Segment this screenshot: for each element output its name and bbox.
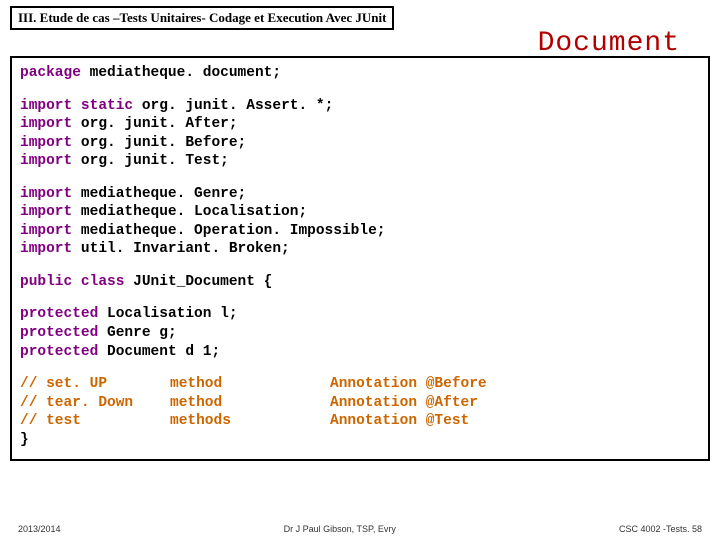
import-6: mediatheque. Localisation; — [72, 204, 316, 220]
footer-center: Dr J Paul Gibson, TSP, Evry — [284, 524, 396, 534]
kw-public: public — [20, 274, 72, 290]
comment-test-m: methods — [170, 412, 330, 431]
class-name: JUnit_Document { — [124, 274, 281, 290]
close-brace: } — [20, 431, 700, 450]
kw-import: import — [20, 186, 72, 202]
footer-right: CSC 4002 -Tests. 58 — [619, 524, 702, 534]
kw-import: import — [20, 135, 72, 151]
comment-setup-m: method — [170, 375, 330, 394]
comment-setup-a: Annotation @Before — [330, 375, 700, 394]
kw-import: import — [20, 223, 72, 239]
field-1: Localisation l; — [98, 306, 246, 322]
comment-teardown-a: Annotation @After — [330, 394, 700, 413]
import-1: org. junit. Assert. *; — [133, 98, 342, 114]
comment-teardown: // tear. Down — [20, 394, 170, 413]
doc-label: Document — [538, 28, 680, 59]
footer: 2013/2014 Dr J Paul Gibson, TSP, Evry CS… — [0, 524, 720, 534]
kw-class: class — [81, 274, 125, 290]
import-4: org. junit. Test; — [72, 153, 237, 169]
import-5: mediatheque. Genre; — [72, 186, 255, 202]
kw-import: import — [20, 204, 72, 220]
comment-test-a: Annotation @Test — [330, 412, 700, 431]
comment-test: // test — [20, 412, 170, 431]
import-2: org. junit. After; — [72, 116, 246, 132]
field-3: Document d 1; — [98, 344, 229, 360]
field-2: Genre g; — [98, 325, 185, 341]
import-3: org. junit. Before; — [72, 135, 255, 151]
comment-setup: // set. UP — [20, 375, 170, 394]
import-8: util. Invariant. Broken; — [72, 241, 298, 257]
kw-import: import — [20, 153, 72, 169]
import-7: mediatheque. Operation. Impossible; — [72, 223, 394, 239]
comment-teardown-m: method — [170, 394, 330, 413]
footer-left: 2013/2014 — [18, 524, 61, 534]
kw-import: import — [20, 116, 72, 132]
code-block: package mediatheque. document; import st… — [10, 56, 710, 461]
kw-protected: protected — [20, 344, 98, 360]
kw-protected: protected — [20, 325, 98, 341]
kw-package: package — [20, 65, 81, 81]
pkg-name: mediatheque. document; — [81, 65, 290, 81]
kw-protected: protected — [20, 306, 98, 322]
kw-import: import — [20, 98, 72, 114]
slide-title: III. Etude de cas –Tests Unitaires- Coda… — [10, 6, 394, 30]
kw-import: import — [20, 241, 72, 257]
kw-static: static — [81, 98, 133, 114]
